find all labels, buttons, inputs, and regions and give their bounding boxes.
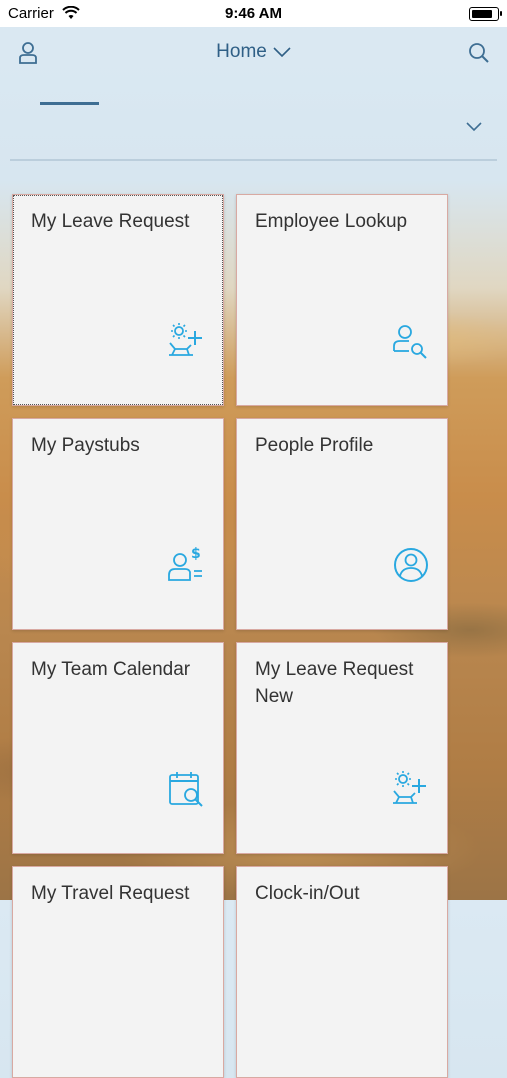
home-title: Home [216, 41, 267, 62]
search-icon [468, 42, 490, 64]
paystub-icon: $ [167, 545, 207, 585]
leave-request-icon [167, 321, 207, 361]
person-circle-icon [391, 545, 431, 585]
home-menu-button[interactable]: Home [0, 41, 507, 63]
tab-overflow-button[interactable] [465, 120, 487, 140]
calendar-search-icon [167, 769, 207, 809]
chevron-down-icon [465, 121, 483, 133]
tile-title: People Profile [255, 432, 431, 459]
tile-my-paystubs[interactable]: My Paystubs $ [12, 418, 224, 630]
active-tab-indicator[interactable] [40, 102, 99, 105]
tile-my-leave-request-new[interactable]: My Leave Request New [236, 642, 448, 854]
shell-bar: Home [0, 27, 507, 79]
tile-title: My Leave Request New [255, 656, 431, 710]
battery-icon [469, 7, 499, 21]
tile-clock-in-out[interactable]: Clock-in/Out [236, 866, 448, 1078]
tile-my-team-calendar[interactable]: My Team Calendar [12, 642, 224, 854]
tile-people-profile[interactable]: People Profile [236, 418, 448, 630]
tile-employee-lookup[interactable]: Employee Lookup [236, 194, 448, 406]
clock: 9:46 AM [0, 5, 507, 22]
status-bar: Carrier 9:46 AM [0, 0, 507, 27]
leave-request-icon [391, 769, 431, 809]
tile-my-leave-request[interactable]: My Leave Request [12, 194, 224, 406]
search-button[interactable] [463, 37, 495, 69]
svg-text:$: $ [191, 546, 201, 562]
tile-my-travel-request[interactable]: My Travel Request [12, 866, 224, 1078]
header-divider [10, 159, 497, 161]
tile-title: My Team Calendar [31, 656, 207, 683]
employee-lookup-icon [391, 321, 431, 361]
tile-title: My Paystubs [31, 432, 207, 459]
tile-title: Clock-in/Out [255, 880, 431, 907]
chevron-down-icon [273, 41, 291, 63]
tile-title: My Travel Request [31, 880, 207, 907]
tile-title: Employee Lookup [255, 208, 431, 235]
tile-title: My Leave Request [31, 208, 207, 235]
